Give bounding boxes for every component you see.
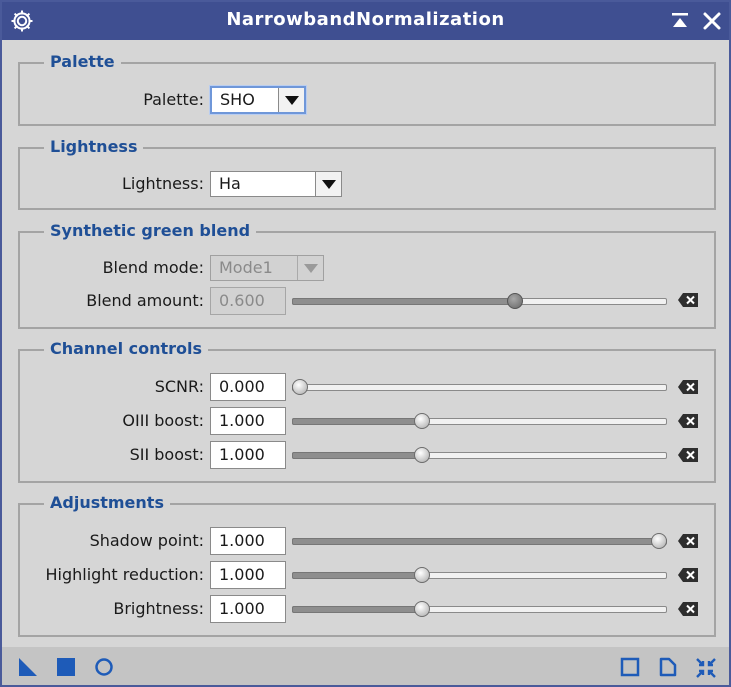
slider-fill: [292, 418, 423, 425]
blend-mode-combo: Mode1: [210, 255, 324, 281]
slider-track: [292, 384, 667, 391]
shade-icon[interactable]: [671, 12, 689, 34]
highlight-reduction-field[interactable]: 1.000: [210, 561, 286, 589]
sii-boost-label: SII boost:: [129, 445, 204, 464]
bottom-toolbar: [2, 647, 729, 685]
new-instance-triangle-icon[interactable]: [18, 657, 38, 681]
slider-handle[interactable]: [507, 293, 524, 309]
clear-value-icon[interactable]: [677, 292, 699, 312]
sii-boost-field[interactable]: 1.000: [210, 441, 286, 469]
oiii-boost-slider[interactable]: [292, 413, 667, 429]
sii-boost-slider[interactable]: [292, 447, 667, 463]
lightness-group-title: Lightness: [44, 137, 144, 157]
slider-handle[interactable]: [414, 447, 431, 463]
synthetic-green-blend-group: Synthetic green blend Blend mode: Mode1 …: [18, 221, 716, 329]
slider-fill: [292, 606, 423, 613]
slider-handle[interactable]: [414, 601, 431, 617]
oiii-boost-field[interactable]: 1.000: [210, 407, 286, 435]
highlight-reduction-label: Highlight reduction:: [45, 565, 204, 584]
slider-handle[interactable]: [414, 567, 431, 583]
clear-value-icon[interactable]: [677, 567, 699, 587]
blend-mode-label: Blend mode:: [102, 258, 204, 277]
window-title: NarrowbandNormalization: [226, 9, 505, 30]
palette-group: Palette Palette: SHO: [18, 52, 716, 126]
chevron-down-icon: [322, 180, 336, 189]
lightness-combo-value: Ha: [219, 174, 241, 193]
blend-amount-slider[interactable]: [292, 293, 667, 309]
brightness-label: Brightness:: [113, 599, 204, 618]
clear-value-icon[interactable]: [677, 601, 699, 621]
shadow-point-slider[interactable]: [292, 533, 667, 549]
lightness-combo[interactable]: Ha: [210, 171, 342, 197]
palette-combo-button[interactable]: [278, 88, 304, 112]
slider-fill: [292, 452, 423, 459]
slider-handle[interactable]: [292, 379, 308, 395]
process-window: NarrowbandNormalization Palette Palette:…: [0, 0, 731, 687]
blend-amount-field: 0.600: [210, 287, 286, 315]
oiii-boost-label: OIII boost:: [122, 411, 204, 430]
blend-mode-combo-button: [297, 256, 323, 280]
slider-handle[interactable]: [414, 413, 431, 429]
highlight-reduction-slider[interactable]: [292, 567, 667, 583]
chevron-down-icon: [285, 96, 299, 105]
chevron-down-icon: [304, 264, 318, 273]
titlebar[interactable]: NarrowbandNormalization: [2, 2, 729, 40]
adjustments-group: Adjustments Shadow point: 1.000 Highligh…: [18, 493, 716, 637]
close-icon[interactable]: [702, 11, 722, 35]
lightness-group: Lightness Lightness: Ha: [18, 137, 716, 210]
blend-mode-combo-value: Mode1: [219, 258, 273, 277]
palette-combo[interactable]: SHO: [210, 86, 306, 114]
brightness-slider[interactable]: [292, 601, 667, 617]
blend-amount-label: Blend amount:: [86, 291, 204, 310]
brightness-field[interactable]: 1.000: [210, 595, 286, 623]
lightness-combo-button[interactable]: [315, 172, 341, 196]
apply-global-square-icon[interactable]: [56, 657, 76, 681]
edit-instance-icon[interactable]: [658, 657, 678, 681]
palette-group-title: Palette: [44, 52, 121, 72]
clear-value-icon[interactable]: [677, 379, 699, 399]
scnr-field[interactable]: 0.000: [210, 373, 286, 401]
clear-value-icon[interactable]: [677, 533, 699, 553]
reset-icon[interactable]: [695, 657, 717, 683]
channel-controls-group: Channel controls SCNR: 0.000 OIII boost:…: [18, 339, 716, 483]
lightness-label: Lightness:: [122, 174, 204, 193]
scnr-label: SCNR:: [154, 377, 204, 396]
browse-documentation-icon[interactable]: [620, 657, 640, 681]
preview-circle-icon[interactable]: [94, 657, 114, 681]
slider-fill: [292, 572, 423, 579]
slider-fill: [292, 538, 659, 545]
clear-value-icon[interactable]: [677, 447, 699, 467]
palette-combo-value: SHO: [220, 90, 255, 109]
channel-controls-group-title: Channel controls: [44, 339, 209, 359]
clear-value-icon[interactable]: [677, 413, 699, 433]
palette-label: Palette:: [143, 90, 204, 109]
shadow-point-field[interactable]: 1.000: [210, 527, 286, 555]
shadow-point-label: Shadow point:: [89, 531, 204, 550]
scnr-slider[interactable]: [292, 379, 667, 395]
adjustments-group-title: Adjustments: [44, 493, 170, 513]
slider-fill: [292, 298, 516, 305]
synthetic-green-blend-group-title: Synthetic green blend: [44, 221, 257, 241]
slider-handle[interactable]: [651, 533, 667, 549]
